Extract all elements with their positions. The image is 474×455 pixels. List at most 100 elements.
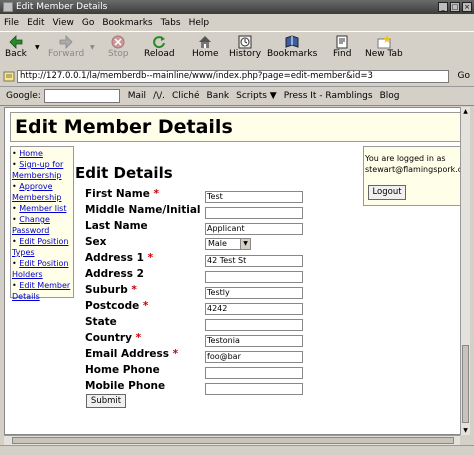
minimize-button[interactable]: _ [438,2,448,12]
forward-label: Forward [48,49,85,59]
address-2-input[interactable] [205,271,303,283]
horizontal-scroll-thumb[interactable] [12,437,454,444]
label-address-1: Address 1 * [85,252,154,264]
menu-edit[interactable]: Edit [23,18,48,28]
new-tab-button[interactable]: New Tab [365,35,403,59]
menu-help[interactable]: Help [185,18,214,28]
submit-button[interactable]: Submit [86,394,126,408]
menu-tabs[interactable]: Tabs [157,18,185,28]
close-button[interactable]: × [462,2,472,12]
menu-go[interactable]: Go [78,18,98,28]
label-home-phone: Home Phone [85,364,160,376]
mobile-phone-input[interactable] [205,383,303,395]
bookmark-cliche[interactable]: Cliché [172,91,199,101]
history-button[interactable]: History [229,35,261,59]
reload-label: Reload [144,49,175,59]
suburb-input[interactable]: Testly [205,287,303,299]
bookmarks-button[interactable]: Bookmarks [267,35,317,59]
sidebar-link-member-list[interactable]: Member list [19,204,66,213]
forward-button[interactable]: Forward [48,35,84,59]
state-input[interactable] [205,319,303,331]
new-tab-icon [377,35,391,49]
sidebar-item-approve: • Approve Membership [12,182,62,202]
last-name-input[interactable]: Applicant [205,223,303,235]
back-dropdown-icon[interactable]: ▼ [35,44,40,51]
label-country: Country * [85,332,142,344]
go-button[interactable]: Go [458,71,470,81]
label-sex: Sex [85,236,107,248]
reload-button[interactable]: Reload [144,35,175,59]
stop-button[interactable]: Stop [108,35,128,59]
sidebar-link-signup[interactable]: Sign-up for Membership [12,160,63,180]
sidebar-link-home[interactable]: Home [19,149,43,158]
first-name-input[interactable]: Test [205,191,303,203]
history-label: History [229,49,262,59]
chevron-down-icon: ▼ [240,239,250,249]
bookmarks-toolbar: Google: Mail /\/. Cliché Bank Scripts ▼ … [0,87,474,106]
address-1-input[interactable]: 42 Test St [205,255,303,267]
page-content: Edit Member Details • Home • Sign-up for… [4,107,462,435]
label-mobile-phone: Mobile Phone [85,380,166,392]
menu-file[interactable]: File [0,18,23,28]
back-button[interactable]: Back [5,35,27,59]
window-title: Edit Member Details [16,2,108,12]
country-input[interactable]: Testonia [205,335,303,347]
middle-name-input[interactable] [205,207,303,219]
home-icon [199,36,212,48]
find-button[interactable]: Find [333,35,351,59]
new-tab-label: New Tab [365,49,403,59]
bookmark-scripts[interactable]: Scripts ▼ [236,91,277,101]
reload-icon [153,36,166,49]
bookmark-slashdot[interactable]: /\/. [153,91,165,101]
bookmarks-icon [285,35,299,48]
sidebar-nav: • Home • Sign-up for Membership • Approv… [10,146,74,301]
google-search-input[interactable] [43,89,120,103]
page-icon [3,71,15,82]
scroll-up-icon[interactable]: ▲ [461,107,470,116]
sidebar-item-position-types: • Edit Position Types [12,237,69,257]
postcode-input[interactable]: 4242 [205,303,303,315]
sex-select[interactable]: Male ▼ [205,238,251,250]
label-suburb: Suburb * [85,284,137,296]
vertical-scrollbar[interactable]: ▲ ▼ [460,107,470,435]
bookmarks-label: Bookmarks [267,49,318,59]
app-icon [3,2,13,12]
label-middle-name: Middle Name/Initial [85,204,201,216]
sidebar-link-position-holders[interactable]: Edit Position Holders [12,259,68,279]
label-postcode: Postcode * [85,300,149,312]
bookmark-bank[interactable]: Bank [207,91,230,101]
bookmark-press-it[interactable]: Press It - Ramblings [284,91,373,101]
sidebar-link-edit-member[interactable]: Edit Member Details [12,281,70,301]
bookmark-mail[interactable]: Mail [128,91,146,101]
find-label: Find [333,49,352,59]
address-bar: http://127.0.0.1/la/memberdb--mainline/w… [0,68,474,87]
sidebar-item-member-list: • Member list [12,204,67,213]
forward-dropdown-icon[interactable]: ▼ [90,44,95,51]
vertical-scroll-thumb[interactable] [462,345,469,423]
label-email: Email Address * [85,348,179,360]
bookmark-blog[interactable]: Blog [380,91,400,101]
menu-view[interactable]: View [49,18,78,28]
page-header: Edit Member Details [10,112,461,142]
sidebar-link-position-types[interactable]: Edit Position Types [12,237,68,257]
menu-bookmarks[interactable]: Bookmarks [98,18,156,28]
url-input[interactable]: http://127.0.0.1/la/memberdb--mainline/w… [17,70,449,83]
google-search-label: Google: [6,91,41,101]
form-title: Edit Details [75,164,173,182]
stop-icon [111,35,125,49]
sidebar-link-approve[interactable]: Approve Membership [12,182,61,202]
login-status-text: You are logged in as stewart@flamingspor… [365,154,462,174]
forward-arrow-icon [59,35,73,49]
home-phone-input[interactable] [205,367,303,379]
sidebar-link-change-password[interactable]: Change Password [12,215,50,235]
home-button[interactable]: Home [192,35,219,59]
maximize-button[interactable]: □ [450,2,460,12]
sidebar-item-position-holders: • Edit Position Holders [12,259,69,279]
find-icon [336,35,348,49]
login-panel: You are logged in as stewart@flamingspor… [363,146,461,206]
email-input[interactable]: foo@bar [205,351,303,363]
scroll-down-icon[interactable]: ▼ [461,426,470,435]
sidebar-item-edit-member: • Edit Member Details [12,281,71,301]
horizontal-scrollbar[interactable] [4,435,460,445]
logout-button[interactable]: Logout [368,185,406,200]
